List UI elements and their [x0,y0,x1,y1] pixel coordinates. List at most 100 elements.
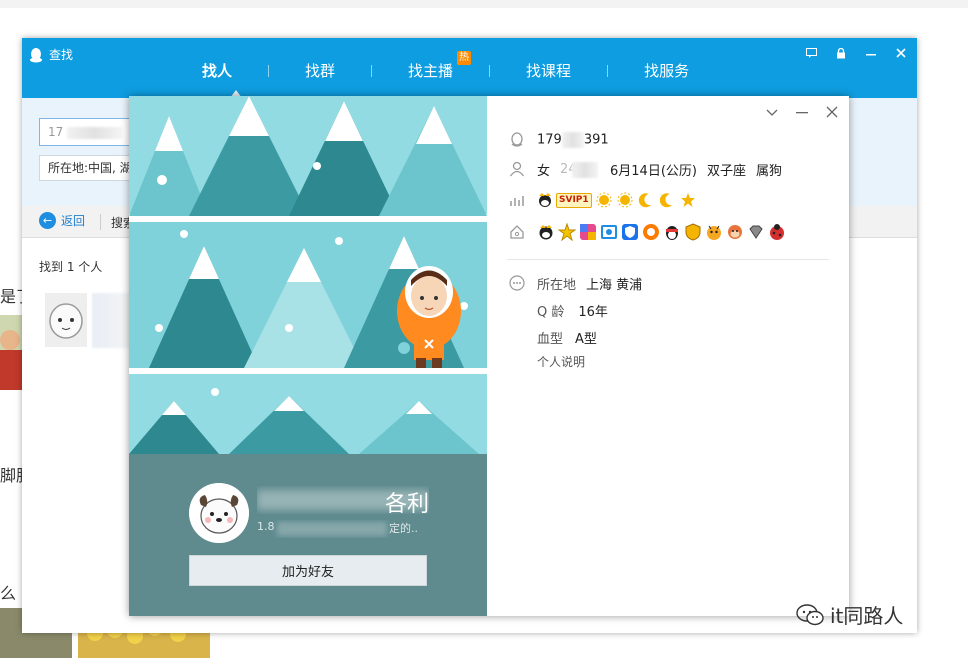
profile-card: 各利 1.8 定的.. 加为好友 179 391 女 24 6月14日(公历) … [129,96,849,616]
window-title-text: 查找 [49,48,74,62]
nav-separator [371,64,373,77]
qq-number-row: 179 391 [507,130,609,150]
back-button[interactable]: ← 返回 [39,212,85,229]
qq-vip-penguin-icon[interactable] [537,223,555,241]
tab-find-people[interactable]: 找人 [202,60,232,81]
signature: 1.8 定的.. [257,520,429,538]
redacted-value [561,132,584,148]
shield-badge-icon[interactable] [621,223,639,241]
tab-find-group[interactable]: 找群 [305,60,335,81]
nickname-visible-part: 各利 [384,492,429,514]
search-input[interactable]: 17 [39,118,139,146]
orange-circle-badge-icon[interactable] [642,223,660,241]
signature-redacted [277,522,387,536]
qq-number: 179 391 [537,132,609,148]
window-title: 查找 [29,46,73,63]
minimize-icon[interactable] [863,46,879,60]
age-redacted: 24 [560,161,600,178]
location-select[interactable]: 所在地:中国, 湖 [39,155,139,181]
level-row: SVIP1 [507,190,697,210]
tab-find-course[interactable]: 找课程 [526,60,571,81]
tiger-badge-icon[interactable] [705,223,723,241]
blood-type-row: 血型 A型 [537,328,597,347]
penguin-badge-icon[interactable] [663,223,681,241]
chevron-down-icon[interactable] [765,106,779,120]
nav-separator [268,64,270,77]
watermark-text: it同路人 [830,604,904,628]
window-controls [803,46,909,60]
arrow-left-icon: ← [39,212,56,229]
result-count: 找到 1 个人 [39,260,103,274]
back-button-label: 返回 [61,214,86,228]
nickname: 各利 [257,486,429,514]
card-controls [765,106,839,120]
profile-avatar[interactable] [189,483,249,543]
tab-find-streamer-label: 找主播 [408,62,454,80]
monkey-badge-icon[interactable] [726,223,744,241]
svip-badge[interactable]: SVIP1 [556,192,592,208]
level-chart-icon [507,190,527,210]
constellation: 双子座 [706,163,746,179]
gender: 女 [537,163,551,179]
moon-level-icon [638,193,651,208]
profile-cover: 各利 1.8 定的.. 加为好友 [129,96,487,616]
sun-level-icon [617,192,633,208]
blood-type-label: 血型 [537,332,564,347]
star-badge-icon[interactable] [558,223,576,241]
blood-type-value: A型 [575,332,597,347]
qq-penguin-icon [30,47,42,62]
result-avatar[interactable] [45,293,87,347]
lock-icon[interactable] [833,46,849,60]
app-badge-icon[interactable] [579,223,597,241]
qq-penguin-outline-icon [507,130,527,150]
bio-label: 个人说明 [537,355,586,369]
service-badges [537,223,786,241]
browser-top-strip [0,0,968,8]
hot-badge: 热 [457,51,472,65]
star-level-icon [680,193,695,207]
qq-number-head: 179 [537,132,562,148]
red-ladybug-badge-icon[interactable] [768,223,786,241]
location-row: 所在地 上海 黄浦 [507,273,642,293]
close-icon[interactable] [825,106,839,120]
nav-separator [489,64,491,77]
location-value: 上海 黄浦 [586,277,643,293]
finder-header: 查找 找人 找群 找主播 热 找课程 找服务 [22,38,917,98]
qq-age-row: Q 龄 16年 [537,301,608,320]
wechat-icon [796,603,824,625]
level-badges: SVIP1 [537,192,697,208]
diamond-badge-icon[interactable] [747,223,765,241]
info-divider [507,259,829,260]
personal-info-row: 女 24 6月14日(公历) 双子座 属狗 [507,159,782,179]
search-input-value: 17 [48,125,64,139]
qq-number-tail: 391 [583,132,609,148]
shield-gold-badge-icon[interactable] [684,223,702,241]
minimize-icon[interactable] [795,106,809,120]
qq-age-label: Q 龄 [537,305,565,320]
birthday: 6月14日(公历) [610,163,697,179]
signature-visible-tail: 定的.. [389,522,418,535]
moon-level-icon [659,193,672,208]
redacted-value [67,126,123,139]
tab-find-streamer[interactable]: 找主播 热 [408,51,472,81]
toolbar-separator [100,214,101,230]
sun-level-icon [596,192,612,208]
tab-find-service[interactable]: 找服务 [644,60,689,81]
qq-vip-penguin-icon[interactable] [537,192,553,208]
winter-scene-illustration [129,96,487,454]
watermark: it同路人 [796,600,903,629]
location-label: 所在地 [537,277,577,293]
add-friend-button[interactable]: 加为好友 [189,555,427,586]
nav-separator [607,64,609,77]
id-card-badge-icon[interactable] [600,223,618,241]
close-icon[interactable] [893,46,909,60]
qq-age-value: 16年 [578,305,608,320]
service-badges-row [507,222,786,242]
more-circle-icon [507,273,527,293]
redacted-value [572,161,599,178]
house-icon [507,222,527,242]
signature-visible-head: 1.8 [257,520,275,533]
nav-tabs: 找人 找群 找主播 热 找课程 找服务 [202,51,689,81]
feedback-icon[interactable] [803,46,819,60]
person-icon [507,159,527,179]
